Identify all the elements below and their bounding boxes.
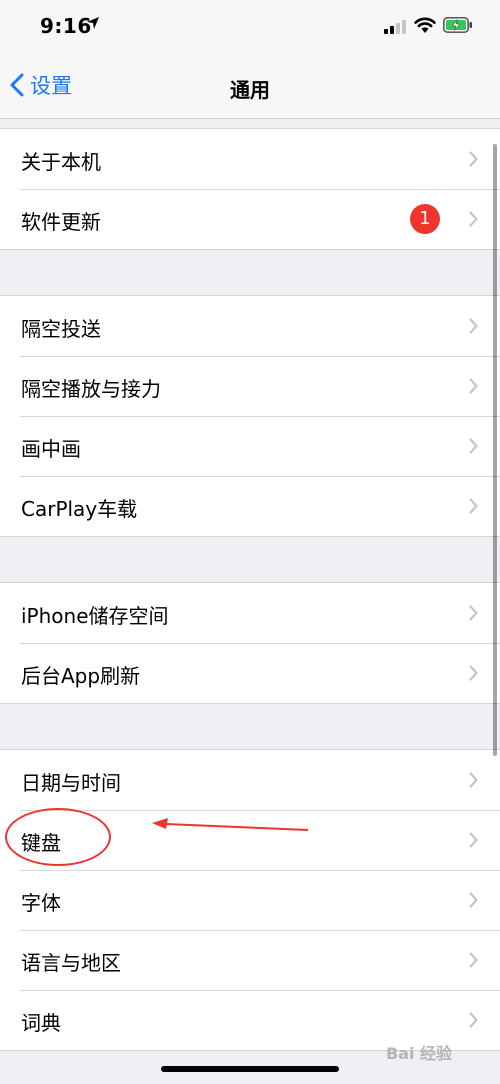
annotation-circle xyxy=(5,808,111,866)
chevron-right-icon xyxy=(469,892,478,908)
settings-group-regional: 日期与时间 键盘 字体 语言与地区 词典 xyxy=(0,749,500,1051)
list-item-label: iPhone储存空间 xyxy=(21,604,169,628)
chevron-right-icon xyxy=(469,605,478,621)
status-time: 9:16 xyxy=(40,14,92,38)
chevron-right-icon xyxy=(469,772,478,788)
list-item-language-region[interactable]: 语言与地区 xyxy=(0,930,500,990)
list-item-label: 词典 xyxy=(21,1011,61,1035)
list-item-label: 软件更新 xyxy=(21,210,101,234)
list-item-label: 隔空投送 xyxy=(21,317,101,341)
scroll-indicator[interactable] xyxy=(493,144,497,756)
chevron-right-icon xyxy=(469,1012,478,1028)
chevron-right-icon xyxy=(469,151,478,167)
list-item-picture-in-picture[interactable]: 画中画 xyxy=(0,416,500,476)
chevron-right-icon xyxy=(469,211,478,227)
list-item-background-app-refresh[interactable]: 后台App刷新 xyxy=(0,643,500,703)
annotation-arrow-icon xyxy=(152,818,309,831)
list-item-airplay-handoff[interactable]: 隔空播放与接力 xyxy=(0,356,500,416)
settings-group-storage: iPhone储存空间 后台App刷新 xyxy=(0,582,500,704)
settings-group-about: 关于本机 软件更新 1 xyxy=(0,128,500,250)
list-item-iphone-storage[interactable]: iPhone储存空间 xyxy=(0,583,500,643)
page-title: 通用 xyxy=(230,78,270,102)
chevron-right-icon xyxy=(469,952,478,968)
list-item-airdrop[interactable]: 隔空投送 xyxy=(0,296,500,356)
list-item-about[interactable]: 关于本机 xyxy=(0,129,500,189)
list-item-label: CarPlay车载 xyxy=(21,497,138,521)
list-item-label: 画中画 xyxy=(21,437,81,461)
location-arrow-icon xyxy=(87,17,99,29)
chevron-right-icon xyxy=(469,318,478,334)
list-item-fonts[interactable]: 字体 xyxy=(0,870,500,930)
battery-icon xyxy=(443,17,472,33)
list-item-label: 语言与地区 xyxy=(21,951,121,975)
wifi-icon xyxy=(414,17,436,33)
list-item-label: 字体 xyxy=(21,891,61,915)
chevron-right-icon xyxy=(469,378,478,394)
chevron-right-icon xyxy=(469,665,478,681)
list-item-carplay[interactable]: CarPlay车载 xyxy=(0,476,500,536)
chevron-right-icon xyxy=(469,832,478,848)
chevron-right-icon xyxy=(469,498,478,514)
list-item-label: 关于本机 xyxy=(21,150,101,174)
notification-badge: 1 xyxy=(410,204,440,234)
list-item-software-update[interactable]: 软件更新 1 xyxy=(0,189,500,249)
navigation-bar: 设置 通用 xyxy=(0,56,500,119)
list-item-label: 后台App刷新 xyxy=(21,664,141,688)
home-indicator[interactable] xyxy=(161,1066,339,1072)
settings-group-airdrop: 隔空投送 隔空播放与接力 画中画 CarPlay车载 xyxy=(0,295,500,537)
list-item-label: 隔空播放与接力 xyxy=(21,377,161,401)
watermark: Bai 经验 xyxy=(386,1044,453,1063)
status-bar: 9:16 xyxy=(0,0,500,56)
list-item-label: 日期与时间 xyxy=(21,771,121,795)
list-item-date-time[interactable]: 日期与时间 xyxy=(0,750,500,810)
chevron-right-icon xyxy=(469,438,478,454)
cellular-signal-icon xyxy=(384,20,406,34)
